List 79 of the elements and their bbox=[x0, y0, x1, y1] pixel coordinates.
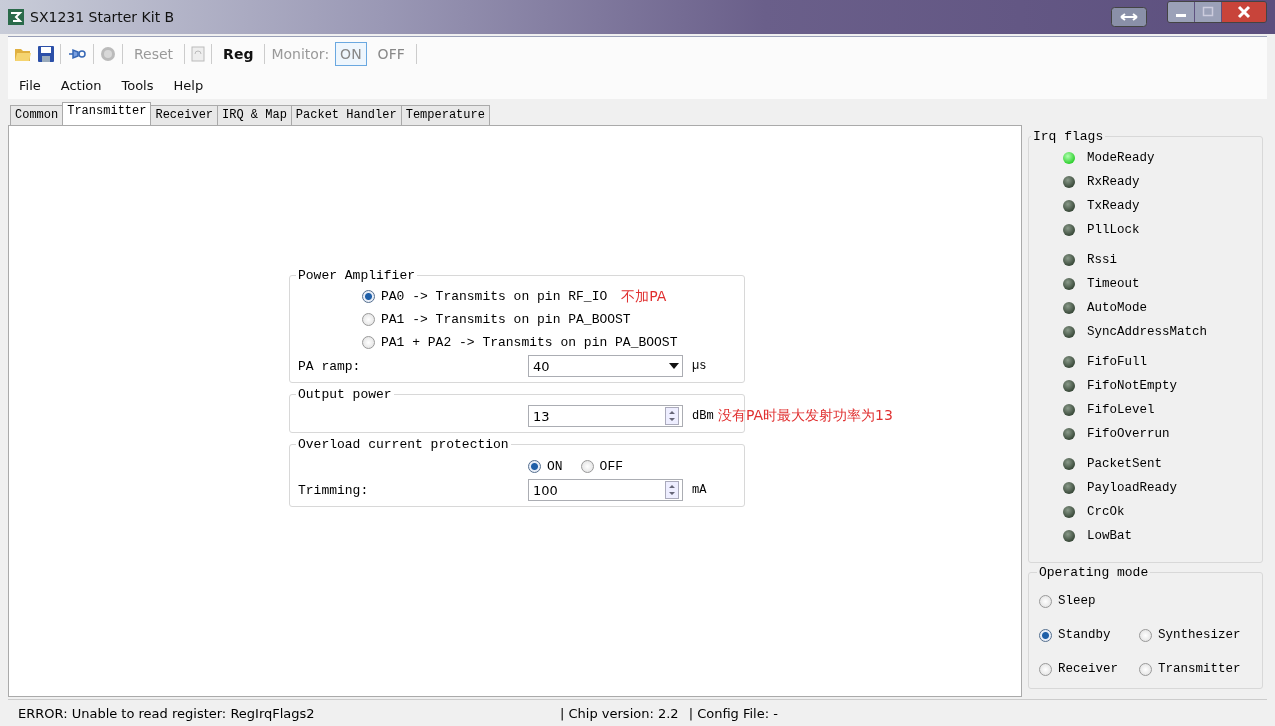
radio-button[interactable] bbox=[1039, 662, 1052, 676]
tab[interactable]: Receiver bbox=[150, 105, 219, 125]
option-label: Receiver bbox=[1058, 662, 1118, 676]
radio-button[interactable] bbox=[580, 459, 594, 473]
menu-item[interactable]: Tools bbox=[114, 75, 161, 95]
option-label: ON bbox=[547, 458, 563, 474]
flag-label: FifoOverrun bbox=[1087, 427, 1170, 441]
status-text: ERROR: Unable to read register: RegIrqFlags2 bbox=[18, 705, 316, 721]
window-title: SX1231 Starter Kit B bbox=[30, 9, 175, 25]
radio-button[interactable] bbox=[1139, 628, 1152, 642]
field-label: Trimming: bbox=[298, 482, 370, 498]
flag-label: PayloadReady bbox=[1087, 481, 1177, 495]
flag-label: RxReady bbox=[1087, 175, 1140, 189]
radio-button[interactable] bbox=[1039, 628, 1052, 642]
group-title: Power Amplifier bbox=[297, 268, 417, 283]
group-title: Output power bbox=[297, 387, 393, 402]
maximize-button[interactable] bbox=[1195, 2, 1221, 22]
flag-label: Rssi bbox=[1087, 253, 1117, 267]
flag-label: SyncAddressMatch bbox=[1087, 325, 1208, 339]
option-label: Synthesizer bbox=[1158, 628, 1241, 642]
option-label: Standby bbox=[1058, 628, 1111, 642]
open-folder-icon[interactable] bbox=[14, 46, 32, 62]
radio-button[interactable] bbox=[1039, 594, 1052, 608]
option-label: PA0 -> Transmits on pin RF_IO bbox=[381, 289, 608, 304]
menu-item[interactable]: File bbox=[12, 75, 48, 95]
flag-label: Timeout bbox=[1087, 277, 1140, 291]
reg-button[interactable]: Reg bbox=[218, 42, 259, 66]
flag-label: TxReady bbox=[1087, 199, 1140, 213]
monitor-label: Monitor: bbox=[271, 46, 330, 62]
radio-button[interactable] bbox=[362, 336, 375, 349]
unit-label: mA bbox=[692, 483, 707, 497]
flag-label: PllLock bbox=[1087, 223, 1140, 237]
output-power-field[interactable]: 13 bbox=[528, 405, 683, 427]
monitor-toggle[interactable]: OFF bbox=[372, 42, 410, 66]
status-text: | Config File: - bbox=[688, 705, 778, 721]
radio-button[interactable] bbox=[362, 290, 375, 303]
menu-item[interactable]: Action bbox=[53, 75, 109, 95]
option-label: Sleep bbox=[1058, 594, 1096, 608]
flag-label: ModeReady bbox=[1087, 151, 1155, 165]
flag-label: FifoFull bbox=[1087, 355, 1147, 369]
unit-label: dBm bbox=[692, 409, 714, 423]
tab[interactable]: Temperature bbox=[400, 105, 490, 125]
dropdown-caret-icon[interactable] bbox=[669, 363, 679, 369]
radio-button[interactable] bbox=[1139, 662, 1152, 676]
option-label: PA1 + PA2 -> Transmits on pin PA_BOOST bbox=[381, 335, 678, 350]
tab[interactable]: Common bbox=[10, 105, 64, 125]
group-title: Overload current protection bbox=[297, 437, 510, 452]
pa-ramp-dropdown[interactable]: 40 bbox=[528, 355, 683, 377]
save-icon[interactable] bbox=[38, 46, 54, 62]
plug-icon[interactable] bbox=[67, 47, 87, 61]
spinner-arrows-icon[interactable] bbox=[665, 481, 679, 499]
status-text: | Chip version: 2.2 bbox=[560, 705, 679, 721]
flag-label: AutoMode bbox=[1087, 301, 1147, 315]
field-label: PA ramp: bbox=[298, 358, 362, 374]
group-title: Operating mode bbox=[1038, 565, 1150, 580]
unit-label: µs bbox=[692, 359, 707, 373]
flag-label: LowBat bbox=[1087, 529, 1132, 543]
app-logo-icon[interactable] bbox=[8, 9, 24, 25]
radio-button[interactable] bbox=[528, 459, 541, 473]
option-label: PA1 -> Transmits on pin PA_BOOST bbox=[381, 312, 631, 327]
annotation: 不加PA bbox=[621, 287, 667, 306]
radio-button[interactable] bbox=[362, 313, 375, 326]
option-label: Transmitter bbox=[1158, 662, 1241, 676]
tab[interactable]: IRQ & Map bbox=[217, 105, 292, 125]
flag-label: CrcOk bbox=[1087, 505, 1125, 519]
tab[interactable]: Packet Handler bbox=[290, 105, 402, 125]
trimming-field[interactable]: 100 bbox=[528, 479, 683, 501]
annotation: 没有PA时最大发射功率为13 bbox=[718, 407, 893, 425]
spinner-arrows-icon[interactable] bbox=[665, 407, 679, 425]
option-label: OFF bbox=[599, 458, 623, 474]
group-title: Irq flags bbox=[1032, 129, 1105, 144]
flag-label: FifoLevel bbox=[1087, 403, 1155, 417]
close-button[interactable] bbox=[1222, 2, 1266, 22]
flag-label: PacketSent bbox=[1087, 457, 1162, 471]
tab[interactable]: Transmitter bbox=[62, 102, 152, 125]
minimize-button[interactable] bbox=[1168, 2, 1194, 22]
menu-item[interactable]: Help bbox=[166, 75, 211, 95]
flag-label: FifoNotEmpty bbox=[1087, 379, 1177, 393]
swap-arrows-icon[interactable] bbox=[1111, 7, 1147, 27]
